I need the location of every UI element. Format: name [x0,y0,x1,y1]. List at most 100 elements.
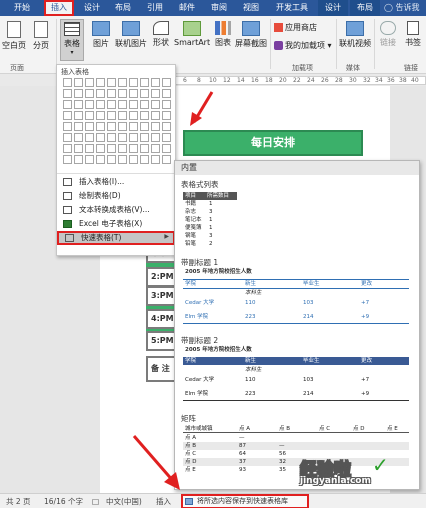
table-size-cell[interactable] [85,100,94,109]
table-size-cell[interactable] [118,155,127,164]
smartart-button[interactable]: SmartArt [174,21,210,47]
table-size-cell[interactable] [74,122,83,131]
table-size-cell[interactable] [140,144,149,153]
table-size-cell[interactable] [140,111,149,120]
tab-insert[interactable]: 插入 [44,0,74,16]
table-size-cell[interactable] [118,89,127,98]
table-size-cell[interactable] [140,100,149,109]
table-size-cell[interactable] [129,155,138,164]
online-video-button[interactable]: 联机视频 [338,21,372,49]
table-size-cell[interactable] [162,122,171,131]
table-size-cell[interactable] [162,100,171,109]
table-size-cell[interactable] [118,78,127,87]
table-size-cell[interactable] [151,122,160,131]
table-size-cell[interactable] [151,144,160,153]
table-size-cell[interactable] [151,78,160,87]
screenshot-button[interactable]: 屏幕截图 [234,21,268,49]
online-picture-button[interactable]: 联机图片 [114,21,148,49]
table-size-cell[interactable] [63,122,72,131]
tab-table-design[interactable]: 设计 [318,0,348,16]
insert-table-menu-item[interactable]: 插入表格(I)... [57,175,175,189]
table-size-cell[interactable] [151,111,160,120]
table-size-cell[interactable] [162,78,171,87]
insert-mode[interactable]: 插入 [156,494,171,508]
draw-table-menu-item[interactable]: 绘制表格(D) [57,189,175,203]
table-size-cell[interactable] [129,78,138,87]
table-size-cell[interactable] [96,133,105,142]
table-size-cell[interactable] [74,133,83,142]
table-size-cell[interactable] [107,111,116,120]
table-size-cell[interactable] [162,89,171,98]
table-size-cell[interactable] [96,155,105,164]
tab-home[interactable]: 开始 [4,0,40,16]
table-size-cell[interactable] [151,133,160,142]
page-break-button[interactable]: 分页 [30,21,52,51]
text-to-table-menu-item[interactable]: 文本转换成表格(V)... [57,203,175,217]
table-size-cell[interactable] [63,100,72,109]
subheads-2-preview[interactable]: 2005 年地方院校招生人数 学院 新生 毕业生 更改 本科生 Cedar 大学… [183,347,409,407]
tab-review[interactable]: 审阅 [204,0,234,16]
table-size-cell[interactable] [107,122,116,131]
tab-table-layout[interactable]: 布局 [350,0,380,16]
table-size-cell[interactable] [85,78,94,87]
table-size-cell[interactable] [162,111,171,120]
table-size-cell[interactable] [96,89,105,98]
table-size-cell[interactable] [63,144,72,153]
proofing-icon[interactable]: □ [92,494,99,508]
table-size-cell[interactable] [162,133,171,142]
table-size-cell[interactable] [85,155,94,164]
table-size-cell[interactable] [107,133,116,142]
table-size-cell[interactable] [63,155,72,164]
table-size-cell[interactable] [85,144,94,153]
table-size-cell[interactable] [140,78,149,87]
table-size-cell[interactable] [151,89,160,98]
table-size-cell[interactable] [96,78,105,87]
chart-button[interactable]: 图表 [212,21,234,48]
table-size-cell[interactable] [74,89,83,98]
table-size-cell[interactable] [96,111,105,120]
table-size-cell[interactable] [118,144,127,153]
table-size-cell[interactable] [129,111,138,120]
table-size-cell[interactable] [74,100,83,109]
table-size-cell[interactable] [162,155,171,164]
table-size-cell[interactable] [151,100,160,109]
blank-page-button[interactable]: 空白页 [2,21,26,51]
table-size-cell[interactable] [118,122,127,131]
subheads-1-preview[interactable]: 2005 年地方院校招生人数 学院 新生 毕业生 更改 本科生 Cedar 大学… [183,269,409,329]
table-size-cell[interactable] [74,78,83,87]
tab-references[interactable]: 引用 [140,0,170,16]
table-size-cell[interactable] [140,155,149,164]
table-size-cell[interactable] [63,111,72,120]
quick-tables-menu-item[interactable]: 快速表格(T) ▶ [57,231,175,245]
picture-button[interactable]: 图片 [90,21,112,49]
table-size-cell[interactable] [129,122,138,131]
tab-layout[interactable]: 布局 [108,0,138,16]
table-size-cell[interactable] [151,155,160,164]
table-size-cell[interactable] [63,78,72,87]
table-size-cell[interactable] [129,89,138,98]
table-size-cell[interactable] [129,144,138,153]
table-size-cell[interactable] [140,133,149,142]
table-size-cell[interactable] [74,155,83,164]
shapes-button[interactable]: 形状 [150,21,172,48]
app-store-button[interactable]: 应用商店 [274,22,330,33]
table-size-cell[interactable] [107,100,116,109]
link-button[interactable]: 链接 [376,21,400,48]
table-size-cell[interactable] [107,144,116,153]
table-size-cell[interactable] [96,122,105,131]
table-size-cell[interactable] [85,89,94,98]
tab-design[interactable]: 设计 [78,0,106,16]
table-size-cell[interactable] [140,89,149,98]
table-size-grid[interactable] [63,78,171,172]
table-size-cell[interactable] [96,100,105,109]
tab-mailings[interactable]: 邮件 [172,0,202,16]
word-count[interactable]: 16/16 个字 [44,494,83,508]
table-size-cell[interactable] [107,78,116,87]
table-size-cell[interactable] [107,155,116,164]
table-size-cell[interactable] [140,122,149,131]
table-size-cell[interactable] [74,144,83,153]
bookmark-button[interactable]: 书签 [402,21,424,48]
table-size-cell[interactable] [118,111,127,120]
tell-me-box[interactable]: ◯ 告诉我 [384,0,420,16]
table-size-cell[interactable] [118,133,127,142]
